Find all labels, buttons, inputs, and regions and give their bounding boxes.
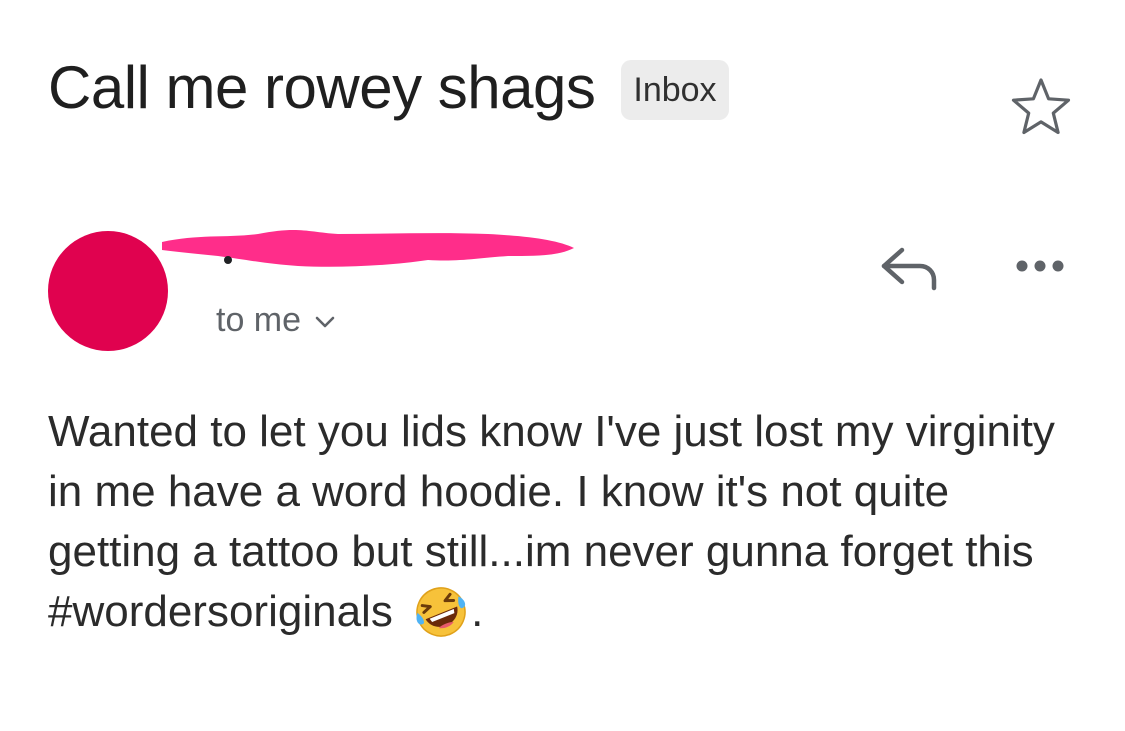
subject-row: Call me rowey shags Inbox <box>48 52 729 124</box>
chevron-down-icon <box>315 316 335 328</box>
email-body-text: Wanted to let you lids know I've just lo… <box>48 407 1055 636</box>
recipient-label: to me <box>216 301 302 339</box>
recipient-details-toggle[interactable]: to me <box>216 298 335 342</box>
reply-icon[interactable] <box>876 242 940 292</box>
sender-name-redaction <box>162 229 574 267</box>
star-icon[interactable] <box>1010 76 1072 136</box>
sender-avatar[interactable] <box>48 231 168 351</box>
inbox-label-chip[interactable]: Inbox <box>621 60 729 120</box>
email-subject: Call me rowey shags <box>48 54 596 121</box>
more-options-icon[interactable] <box>1010 254 1070 278</box>
email-body: Wanted to let you lids know I've just lo… <box>48 402 1088 642</box>
email-body-end: . <box>471 587 484 636</box>
rolling-laughing-emoji-icon <box>416 587 466 637</box>
